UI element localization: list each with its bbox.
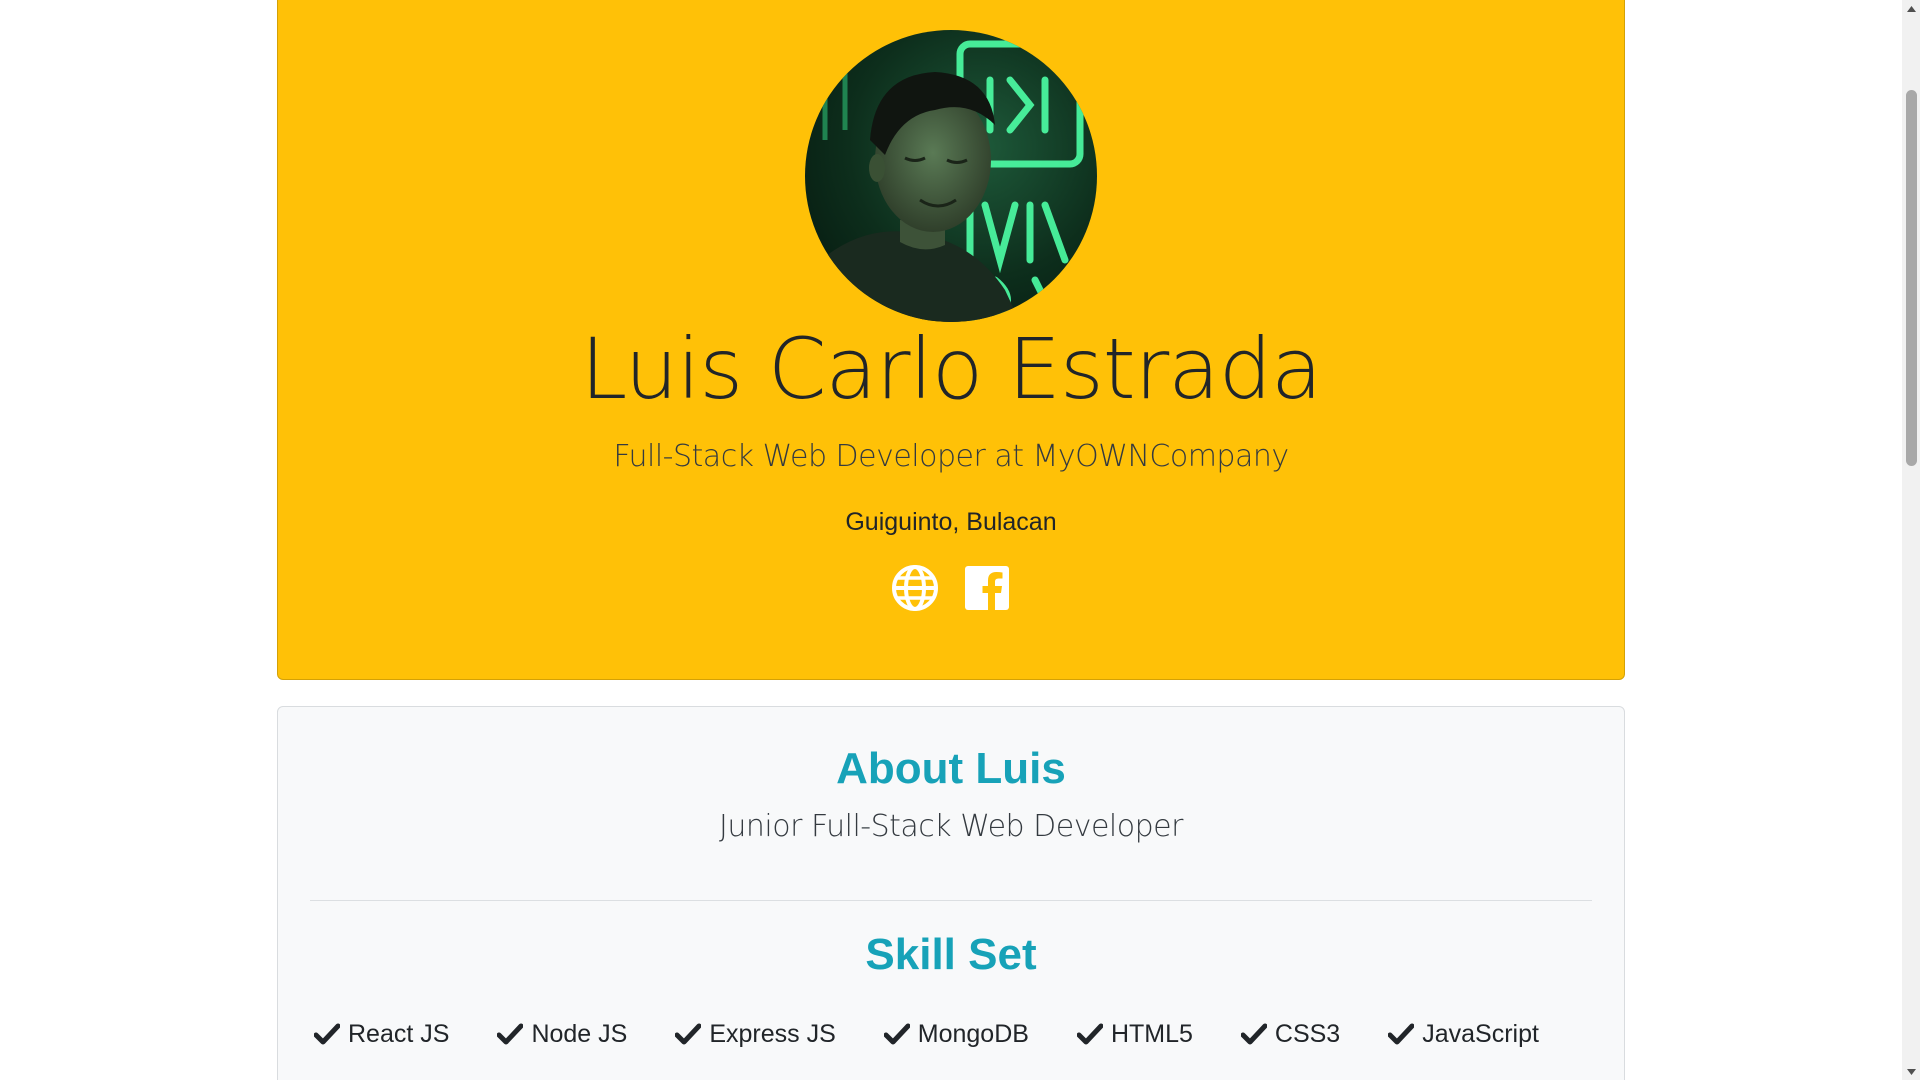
skill-item: CSS3 (1240, 1017, 1341, 1051)
skill-item: JavaScript (1388, 1017, 1539, 1051)
facebook-icon (965, 566, 1009, 610)
check-icon (675, 1023, 702, 1045)
social-links (278, 563, 1624, 613)
skill-label: CSS3 (1274, 1020, 1341, 1048)
check-icon (314, 1023, 340, 1045)
skill-label: React JS (348, 1020, 450, 1048)
profile-card: Luis Carlo Estrada Full-Stack Web Develo… (277, 0, 1625, 680)
scroll-up-arrow[interactable] (1902, 0, 1920, 17)
scrollbar-thumb[interactable] (1906, 90, 1917, 466)
skill-label: Express JS (709, 1020, 836, 1048)
skills-heading: Skill Set (865, 930, 1037, 979)
check-icon (1240, 1023, 1267, 1045)
skills-list: React JS Node JS Express JS MongoDB HTML… (314, 1017, 1539, 1051)
globe-icon (892, 565, 938, 611)
section-divider (310, 900, 1592, 901)
check-icon (883, 1023, 910, 1045)
skill-label: JavaScript (1422, 1020, 1539, 1048)
skill-item: HTML5 (1076, 1017, 1193, 1051)
profile-name: Luis Carlo Estrada (580, 320, 1322, 418)
about-card: About Luis Junior Full-Stack Web Develop… (277, 706, 1625, 1080)
skill-item: Express JS (675, 1017, 836, 1051)
website-link[interactable] (890, 563, 940, 613)
facebook-link[interactable] (962, 563, 1012, 613)
skill-label: HTML5 (1110, 1020, 1193, 1048)
skill-item: React JS (314, 1017, 449, 1051)
skill-item: MongoDB (883, 1017, 1029, 1051)
skill-label: Node JS (531, 1020, 628, 1048)
profile-photo (805, 30, 1097, 322)
check-icon (497, 1023, 524, 1045)
profile-location: Guiguinto, Bulacan (845, 508, 1057, 536)
chevron-down-icon (1906, 1068, 1916, 1075)
about-subtitle: Junior Full-Stack Web Developer (719, 809, 1183, 844)
check-icon (1076, 1023, 1103, 1045)
scroll-down-arrow[interactable] (1902, 1063, 1920, 1080)
skill-label: MongoDB (917, 1020, 1029, 1048)
avatar (805, 30, 1097, 322)
skill-item: Node JS (497, 1017, 627, 1051)
profile-title: Full-Stack Web Developer at MyOWNCompany (613, 439, 1289, 474)
vertical-scrollbar[interactable] (1902, 0, 1920, 1080)
chevron-up-icon (1906, 5, 1916, 12)
check-icon (1388, 1023, 1415, 1045)
about-heading: About Luis (836, 744, 1066, 793)
page-viewport: Luis Carlo Estrada Full-Stack Web Develo… (0, 0, 1902, 1080)
